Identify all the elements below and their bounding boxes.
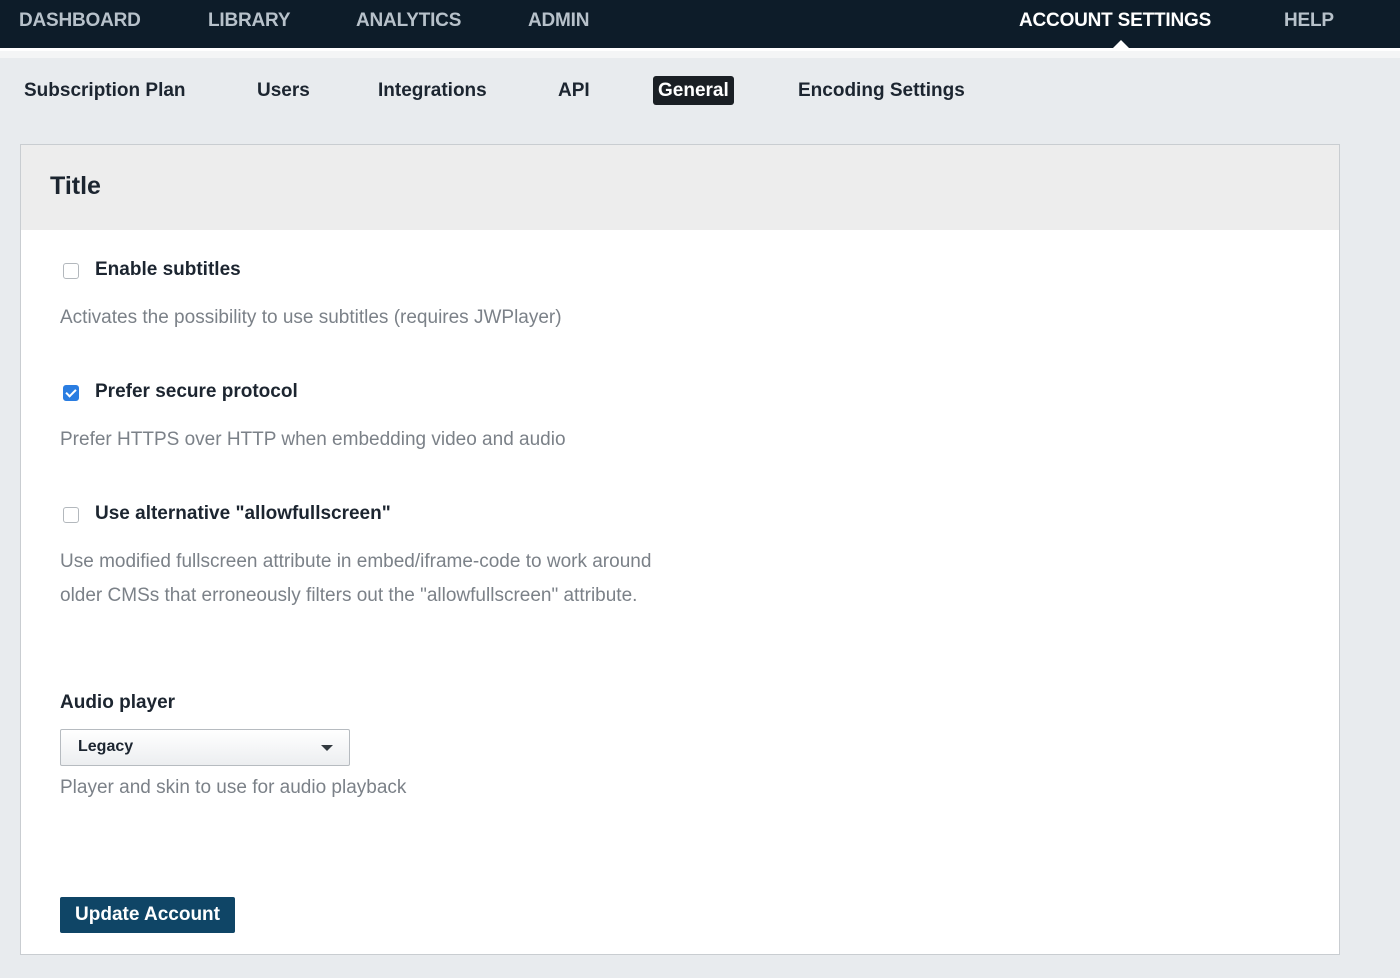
top-navigation-bar: DASHBOARD LIBRARY ANALYTICS ADMIN ACCOUN… xyxy=(0,0,1400,51)
active-tab-pointer-icon xyxy=(1112,40,1130,49)
audio-player-description: Player and skin to use for audio playbac… xyxy=(60,777,407,798)
tab-general[interactable]: General xyxy=(653,76,734,105)
tab-integrations[interactable]: Integrations xyxy=(378,76,487,105)
tab-api[interactable]: API xyxy=(558,76,590,105)
chevron-down-icon xyxy=(321,745,333,751)
prefer-secure-protocol-label[interactable]: Prefer secure protocol xyxy=(95,381,298,403)
prefer-secure-protocol-checkbox[interactable] xyxy=(63,385,79,401)
audio-player-select[interactable]: Legacy xyxy=(60,729,350,766)
nav-account-settings[interactable]: ACCOUNT SETTINGS xyxy=(1019,0,1211,44)
nav-admin[interactable]: ADMIN xyxy=(528,0,589,44)
nav-analytics[interactable]: ANALYTICS xyxy=(356,0,461,44)
nav-library[interactable]: LIBRARY xyxy=(208,0,291,44)
enable-subtitles-checkbox[interactable] xyxy=(63,263,79,279)
prefer-secure-protocol-description: Prefer HTTPS over HTTP when embedding vi… xyxy=(60,429,566,450)
nav-dashboard[interactable]: DASHBOARD xyxy=(19,0,141,44)
enable-subtitles-label[interactable]: Enable subtitles xyxy=(95,259,241,281)
enable-subtitles-description: Activates the possibility to use subtitl… xyxy=(60,307,562,328)
settings-panel: Title Enable subtitles Activates the pos… xyxy=(20,144,1340,955)
alternative-allowfullscreen-checkbox[interactable] xyxy=(63,507,79,523)
tab-encoding-settings[interactable]: Encoding Settings xyxy=(798,76,965,105)
tab-users[interactable]: Users xyxy=(257,76,310,105)
tab-subscription-plan[interactable]: Subscription Plan xyxy=(24,76,186,105)
audio-player-label: Audio player xyxy=(60,692,176,713)
update-account-button[interactable]: Update Account xyxy=(60,897,235,933)
nav-help[interactable]: HELP xyxy=(1284,0,1334,44)
panel-title: Title xyxy=(50,172,101,200)
alternative-allowfullscreen-label[interactable]: Use alternative "allowfullscreen" xyxy=(95,503,391,525)
audio-player-selected-value: Legacy xyxy=(78,738,134,755)
nav-separator xyxy=(0,51,1400,58)
panel-header: Title xyxy=(21,145,1339,230)
alternative-allowfullscreen-description: Use modified fullscreen attribute in emb… xyxy=(60,551,652,606)
